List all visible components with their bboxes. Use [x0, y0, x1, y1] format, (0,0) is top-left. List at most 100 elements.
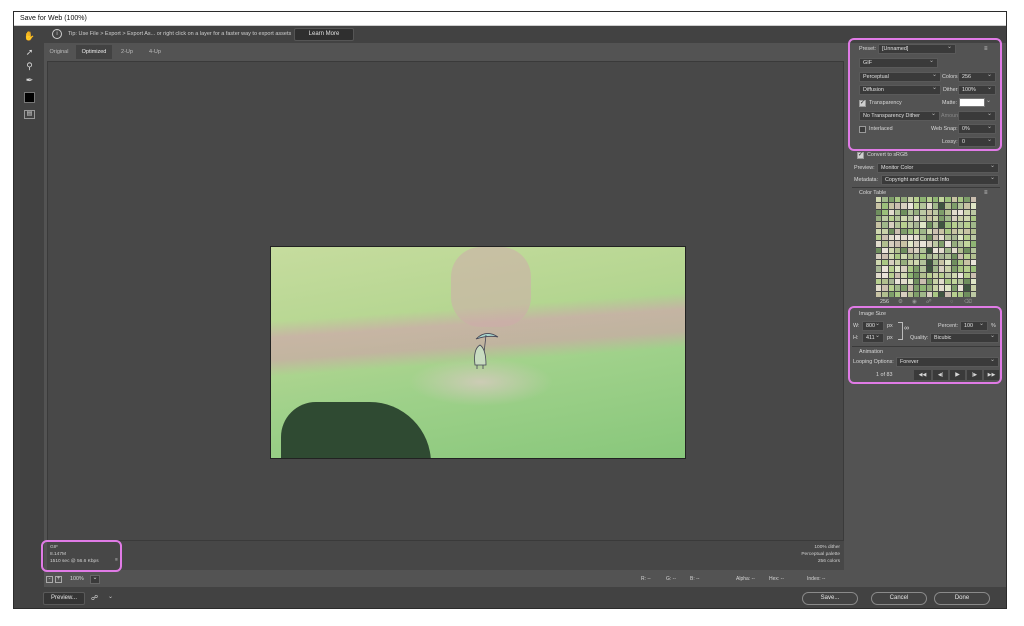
color-swatch[interactable] [876, 209, 882, 215]
color-swatch[interactable] [888, 228, 894, 234]
preview-in-browser-button[interactable]: Preview... [43, 592, 85, 605]
color-swatch[interactable] [939, 241, 945, 247]
color-swatch[interactable] [913, 234, 920, 241]
color-swatch[interactable] [970, 272, 976, 279]
toggle-slices-visibility-icon[interactable]: ▤ [24, 110, 35, 119]
hand-tool-icon[interactable]: ✋ [23, 30, 36, 43]
color-swatch[interactable] [939, 272, 945, 279]
color-swatch[interactable] [958, 228, 964, 234]
color-swatch[interactable] [939, 209, 945, 215]
color-swatch[interactable] [945, 215, 951, 222]
color-swatch[interactable] [920, 291, 926, 297]
color-swatch[interactable] [970, 285, 976, 291]
color-swatch[interactable] [939, 197, 945, 203]
color-swatch[interactable] [970, 260, 976, 266]
color-swatch[interactable] [951, 228, 958, 234]
color-swatch[interactable] [970, 228, 976, 234]
color-swatch[interactable] [894, 279, 901, 285]
color-swatch[interactable] [901, 228, 907, 234]
color-swatch[interactable] [882, 285, 888, 291]
color-swatch[interactable] [958, 241, 964, 247]
color-swatch[interactable] [882, 215, 888, 222]
color-swatch[interactable] [876, 279, 882, 285]
color-swatch[interactable] [901, 209, 907, 215]
color-swatch[interactable] [945, 228, 951, 234]
color-swatch[interactable] [920, 247, 926, 253]
color-swatch[interactable] [945, 222, 951, 228]
color-swatch[interactable] [932, 203, 939, 209]
color-swatch[interactable] [939, 247, 945, 253]
color-swatch[interactable] [901, 266, 907, 272]
color-swatch[interactable] [951, 222, 958, 228]
color-swatch[interactable] [876, 253, 882, 260]
color-swatch[interactable] [926, 203, 932, 209]
color-swatch[interactable] [901, 260, 907, 266]
learn-more-button[interactable]: Learn More [294, 28, 354, 41]
color-swatch[interactable] [920, 260, 926, 266]
color-swatch[interactable] [882, 266, 888, 272]
color-swatch[interactable] [964, 241, 970, 247]
color-swatch[interactable] [901, 197, 907, 203]
color-swatch[interactable] [913, 266, 920, 272]
color-swatch[interactable] [964, 285, 970, 291]
color-swatch[interactable] [958, 247, 964, 253]
color-swatch[interactable] [970, 215, 976, 222]
color-swatch[interactable] [939, 253, 945, 260]
color-swatch[interactable] [951, 266, 958, 272]
color-swatch[interactable] [907, 285, 913, 291]
color-swatch[interactable] [901, 272, 907, 279]
color-swatch[interactable] [888, 241, 894, 247]
color-swatch[interactable] [901, 222, 907, 228]
color-swatch[interactable] [951, 285, 958, 291]
color-swatch[interactable] [907, 209, 913, 215]
color-swatch[interactable] [926, 253, 932, 260]
color-swatch[interactable] [913, 279, 920, 285]
color-swatch[interactable] [970, 247, 976, 253]
color-swatch[interactable] [945, 260, 951, 266]
color-swatch[interactable] [939, 260, 945, 266]
color-swatch[interactable] [876, 228, 882, 234]
color-swatch[interactable] [926, 247, 932, 253]
tab-optimized[interactable]: Optimized [76, 45, 112, 59]
color-swatch[interactable] [882, 234, 888, 241]
color-swatch[interactable] [926, 241, 932, 247]
color-swatch[interactable] [964, 253, 970, 260]
color-swatch[interactable] [907, 279, 913, 285]
color-swatch[interactable] [888, 291, 894, 297]
color-swatch[interactable] [882, 247, 888, 253]
color-swatch[interactable] [901, 279, 907, 285]
color-swatch[interactable] [926, 285, 932, 291]
color-swatch[interactable] [907, 253, 913, 260]
color-swatch[interactable] [970, 253, 976, 260]
color-swatch[interactable] [888, 215, 894, 222]
color-swatch[interactable] [920, 234, 926, 241]
color-swatch[interactable] [939, 234, 945, 241]
color-swatch[interactable] [882, 228, 888, 234]
color-swatch[interactable] [882, 272, 888, 279]
color-swatch[interactable] [964, 222, 970, 228]
color-swatch[interactable] [894, 266, 901, 272]
slice-select-tool-icon[interactable]: ➚ [23, 46, 36, 59]
color-swatch[interactable] [907, 222, 913, 228]
color-swatch[interactable] [888, 285, 894, 291]
color-swatch[interactable] [920, 215, 926, 222]
color-swatch[interactable] [945, 285, 951, 291]
color-swatch[interactable] [876, 272, 882, 279]
color-swatch[interactable] [958, 285, 964, 291]
color-swatch[interactable] [901, 215, 907, 222]
color-swatch[interactable] [932, 234, 939, 241]
color-swatch[interactable] [951, 241, 958, 247]
zoom-out-icon[interactable]: - [46, 576, 53, 583]
color-swatch[interactable] [958, 253, 964, 260]
color-swatch[interactable] [926, 266, 932, 272]
color-swatch[interactable] [913, 241, 920, 247]
zoom-dropdown-chevron-icon[interactable]: ⌄ [90, 575, 100, 584]
color-swatch[interactable] [888, 253, 894, 260]
color-swatch[interactable] [894, 197, 901, 203]
color-swatch[interactable] [939, 203, 945, 209]
color-swatch[interactable] [964, 279, 970, 285]
color-swatch[interactable] [932, 222, 939, 228]
color-swatch[interactable] [876, 215, 882, 222]
color-swatch[interactable] [932, 241, 939, 247]
color-swatch[interactable] [913, 222, 920, 228]
